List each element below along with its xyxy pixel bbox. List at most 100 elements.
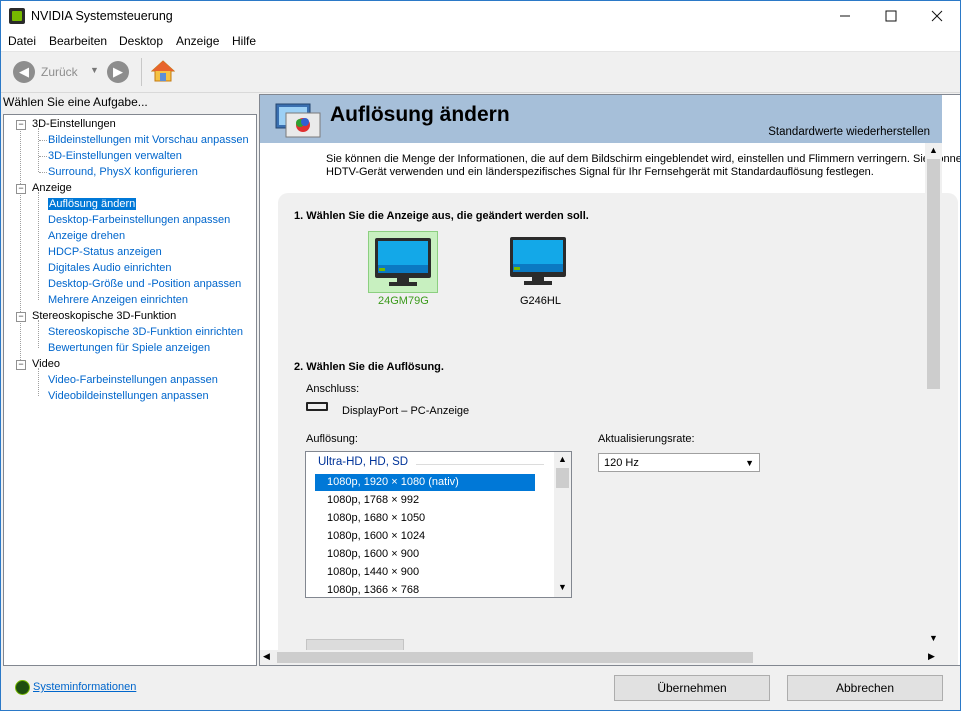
task-3d-einstellungen-verwalten[interactable]: 3D-Einstellungen verwalten bbox=[48, 150, 182, 162]
toolbar: ◀ Zurück ▼ ▶ bbox=[1, 52, 960, 93]
menu-bearbeiten[interactable]: Bearbeiten bbox=[49, 34, 107, 48]
history-dropdown-icon[interactable]: ▼ bbox=[90, 65, 99, 75]
connection-label: Anschluss: bbox=[306, 383, 360, 395]
task-stereo-einrichten[interactable]: Stereoskopische 3D-Funktion einrichten bbox=[48, 326, 243, 338]
resolution-item[interactable]: 1080p, 1600 × 900 bbox=[315, 546, 535, 563]
description-line-2: HDTV-Gerät verwenden und ein länderspezi… bbox=[326, 166, 874, 178]
tree-line bbox=[20, 128, 21, 368]
task-tree: − 3D-Einstellungen Bildeinstellungen mit… bbox=[3, 114, 257, 666]
content-horizontal-scrollbar[interactable]: ◀ ▶ bbox=[260, 650, 942, 665]
chevron-right-icon[interactable]: ▶ bbox=[928, 651, 935, 662]
section-2-heading: 2. Wählen Sie die Auflösung. bbox=[294, 361, 444, 373]
category-anzeige[interactable]: Anzeige bbox=[32, 182, 72, 194]
forward-button[interactable]: ▶ bbox=[107, 61, 129, 83]
monitor-label-g246hl: G246HL bbox=[520, 295, 561, 307]
toolbar-separator bbox=[141, 58, 142, 86]
tree-line bbox=[39, 140, 47, 141]
category-stereo-3d[interactable]: Stereoskopische 3D-Funktion bbox=[32, 310, 176, 322]
apply-button[interactable]: Übernehmen bbox=[614, 675, 770, 701]
page-description: Sie können die Menge der Informationen, … bbox=[326, 153, 961, 179]
tree-line bbox=[38, 192, 39, 300]
nvidia-icon bbox=[9, 8, 25, 24]
restore-defaults-link[interactable]: Standardwerte wiederherstellen bbox=[768, 126, 930, 138]
page-header: Auflösung ändern Standardwerte wiederher… bbox=[260, 95, 942, 143]
task-anzeige-drehen[interactable]: Anzeige drehen bbox=[48, 230, 125, 242]
section-1-heading: 1. Wählen Sie die Anzeige aus, die geänd… bbox=[294, 210, 589, 222]
chevron-up-icon[interactable]: ▲ bbox=[929, 145, 938, 155]
scrollbar-thumb[interactable] bbox=[927, 159, 940, 389]
home-icon bbox=[150, 60, 176, 82]
content-panel: Auflösung ändern Standardwerte wiederher… bbox=[259, 94, 960, 666]
resolution-item[interactable]: 1080p, 1440 × 900 bbox=[315, 564, 535, 581]
tree-line bbox=[38, 128, 39, 172]
task-desktop-farbeinstellungen[interactable]: Desktop-Farbeinstellungen anpassen bbox=[48, 214, 230, 226]
task-video-farbeinstellungen[interactable]: Video-Farbeinstellungen anpassen bbox=[48, 374, 218, 386]
task-aufloesung-aendern[interactable]: Auflösung ändern bbox=[48, 198, 137, 210]
menu-desktop[interactable]: Desktop bbox=[119, 34, 163, 48]
monitor-g246hl[interactable] bbox=[504, 231, 572, 291]
refresh-rate-label: Aktualisierungsrate: bbox=[598, 433, 695, 445]
collapse-icon[interactable]: − bbox=[16, 360, 26, 370]
back-label: Zurück bbox=[41, 65, 78, 79]
category-3d-settings[interactable]: 3D-Einstellungen bbox=[32, 118, 116, 130]
resolution-item[interactable]: 1080p, 1366 × 768 bbox=[315, 582, 535, 597]
group-divider bbox=[416, 464, 544, 465]
resolution-item[interactable]: 1080p, 1768 × 992 bbox=[315, 492, 535, 509]
monitor-24gm79g[interactable] bbox=[368, 231, 438, 293]
monitor-label-24gm79g: 24GM79G bbox=[378, 295, 429, 307]
arrow-right-icon: ▶ bbox=[113, 64, 123, 79]
collapse-icon[interactable]: − bbox=[16, 120, 26, 130]
close-button[interactable] bbox=[914, 1, 960, 31]
task-mehrere-anzeigen[interactable]: Mehrere Anzeigen einrichten bbox=[48, 294, 188, 306]
chevron-up-icon[interactable]: ▲ bbox=[558, 454, 567, 464]
menu-anzeige[interactable]: Anzeige bbox=[176, 34, 219, 48]
app-window: NVIDIA Systemsteuerung Datei Bearbeiten … bbox=[0, 0, 961, 711]
resolution-item[interactable]: 1080p, 1920 × 1080 (nativ) bbox=[315, 474, 535, 491]
task-desktop-groesse[interactable]: Desktop-Größe und -Position anpassen bbox=[48, 278, 241, 290]
content-vertical-scrollbar[interactable]: ▲ ▼ bbox=[925, 143, 942, 650]
page-title: Auflösung ändern bbox=[330, 103, 510, 126]
display-settings-icon bbox=[274, 101, 322, 141]
category-video[interactable]: Video bbox=[32, 358, 60, 370]
scrollbar-thumb[interactable] bbox=[556, 468, 569, 488]
resolution-list-scrollbar[interactable]: ▲ ▼ bbox=[554, 452, 571, 597]
system-info-link[interactable]: Systeminformationen bbox=[33, 681, 136, 693]
resolution-label: Auflösung: bbox=[306, 433, 358, 445]
tree-line bbox=[38, 368, 39, 396]
content-scroll-area: Sie können die Menge der Informationen, … bbox=[260, 143, 960, 665]
chevron-down-icon: ▼ bbox=[745, 458, 754, 468]
tree-line bbox=[39, 156, 47, 157]
maximize-button[interactable] bbox=[868, 1, 914, 31]
resolution-item[interactable]: 1080p, 1680 × 1050 bbox=[315, 510, 535, 527]
chevron-down-icon[interactable]: ▼ bbox=[929, 633, 938, 643]
displayport-icon bbox=[306, 402, 328, 411]
collapse-icon[interactable]: − bbox=[16, 184, 26, 194]
window-title: NVIDIA Systemsteuerung bbox=[31, 9, 173, 23]
task-bildeinstellungen[interactable]: Bildeinstellungen mit Vorschau anpassen bbox=[48, 134, 249, 146]
back-button[interactable]: ◀ bbox=[13, 61, 35, 83]
maximize-icon bbox=[885, 10, 897, 22]
resolution-group-header: Ultra-HD, HD, SD bbox=[318, 456, 409, 468]
resolution-item[interactable]: 1080p, 1600 × 1024 bbox=[315, 528, 535, 545]
task-digitales-audio[interactable]: Digitales Audio einrichten bbox=[48, 262, 172, 274]
menu-hilfe[interactable]: Hilfe bbox=[232, 34, 256, 48]
refresh-rate-select[interactable]: 120 Hz ▼ bbox=[598, 453, 760, 472]
minimize-button[interactable] bbox=[822, 1, 868, 31]
chevron-left-icon[interactable]: ◀ bbox=[263, 651, 270, 662]
menu-datei[interactable]: Datei bbox=[8, 34, 36, 48]
task-videobildeinstellungen[interactable]: Videobildeinstellungen anpassen bbox=[48, 390, 209, 402]
task-hdcp-status[interactable]: HDCP-Status anzeigen bbox=[48, 246, 162, 258]
chevron-down-icon[interactable]: ▼ bbox=[558, 582, 567, 592]
close-icon bbox=[931, 10, 943, 22]
settings-box: 1. Wählen Sie die Anzeige aus, die geänd… bbox=[278, 193, 958, 665]
home-button[interactable] bbox=[150, 59, 176, 83]
description-line-1: Sie können die Menge der Informationen, … bbox=[326, 153, 961, 165]
minimize-icon bbox=[840, 15, 850, 17]
task-surround-physx[interactable]: Surround, PhysX konfigurieren bbox=[48, 166, 198, 178]
task-bewertungen-spiele[interactable]: Bewertungen für Spiele anzeigen bbox=[48, 342, 210, 354]
cancel-button[interactable]: Abbrechen bbox=[787, 675, 943, 701]
scrollbar-thumb[interactable] bbox=[277, 652, 753, 663]
collapse-icon[interactable]: − bbox=[16, 312, 26, 322]
resolution-list[interactable]: Ultra-HD, HD, SD 1080p, 1920 × 1080 (nat… bbox=[305, 451, 572, 598]
task-header: Wählen Sie eine Aufgabe... bbox=[3, 95, 148, 109]
